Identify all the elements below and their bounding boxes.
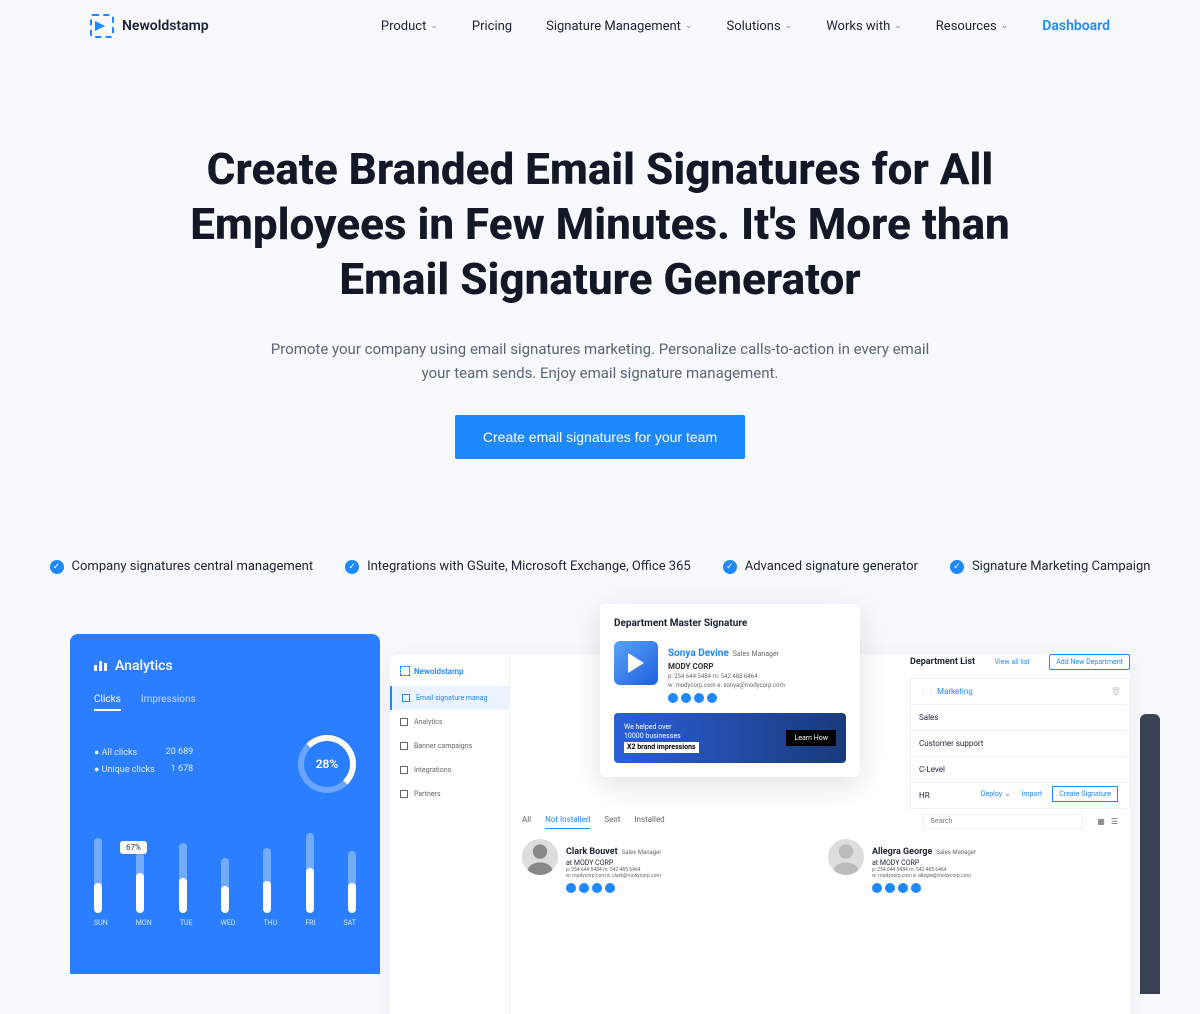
feature-item: ✓Company signatures central management [50, 559, 314, 574]
facebook-icon [872, 883, 882, 893]
dept-item-hr[interactable]: HR [910, 782, 1130, 809]
instagram-icon [605, 883, 615, 893]
mockup-area: Analytics Clicks Impressions ● All click… [70, 634, 1130, 1014]
employee-card[interactable]: Clark Bouvet Sales Manager at MODY CORP … [522, 839, 812, 893]
employee-card[interactable]: Allegra George Sales Manager at MODY COR… [828, 839, 1118, 893]
feature-list: ✓Company signatures central management ✓… [0, 499, 1200, 604]
nav-resources[interactable]: Resources⌄ [936, 19, 1008, 34]
sig-person-name: Sonya Devine [668, 648, 729, 659]
analytics-tabs: Clicks Impressions [94, 694, 356, 711]
feature-item: ✓Signature Marketing Campaign [950, 559, 1151, 574]
nav-pricing[interactable]: Pricing [472, 19, 512, 34]
nav-links: Product⌄ Pricing Signature Management⌄ S… [381, 18, 1110, 34]
hero-title: Create Branded Email Signatures for All … [170, 142, 1030, 307]
search-input[interactable] [923, 814, 1083, 829]
app-panel: Newoldstamp Email signature manag Analyt… [390, 654, 1130, 1014]
nav-product[interactable]: Product⌄ [381, 19, 438, 34]
bar-chart [94, 813, 356, 913]
employee-list: Clark Bouvet Sales Manager at MODY CORP … [522, 839, 1118, 893]
list-view-icon[interactable]: ☰ [1111, 817, 1118, 826]
dept-item-marketing[interactable]: ⋮⋮ Marketing🗑 [910, 678, 1130, 705]
users-icon [400, 790, 408, 798]
sidebar-item-signatures[interactable]: Email signature manag [390, 686, 509, 710]
chevron-down-icon: ⌄ [894, 21, 902, 31]
linkedin-icon[interactable] [694, 693, 704, 703]
chart-icon [400, 718, 408, 726]
nav-solutions[interactable]: Solutions⌄ [726, 19, 792, 34]
app-sidebar: Newoldstamp Email signature manag Analyt… [390, 654, 510, 1014]
add-department-button[interactable]: Add New Department [1049, 654, 1130, 670]
check-icon: ✓ [723, 560, 737, 574]
sidebar-item-banners[interactable]: Banner campaigns [390, 734, 509, 758]
linkedin-icon [592, 883, 602, 893]
department-list: Department List View all list Add New De… [910, 654, 1130, 808]
avatar [828, 839, 864, 875]
hero-subtitle: Promote your company using email signatu… [260, 337, 940, 385]
twitter-icon [579, 883, 589, 893]
dept-item-clevel[interactable]: C-Level [910, 756, 1130, 783]
dept-master-card: Department Master Signature Sonya Devine… [600, 604, 860, 777]
chevron-down-icon: ⌄ [785, 21, 793, 31]
logo-icon [90, 14, 114, 38]
mail-icon [402, 694, 410, 702]
top-nav: Newoldstamp Product⌄ Pricing Signature M… [0, 0, 1200, 52]
tab-clicks[interactable]: Clicks [94, 694, 121, 711]
twitter-icon[interactable] [681, 693, 691, 703]
feature-item: ✓Integrations with GSuite, Microsoft Exc… [345, 559, 691, 574]
cta-button[interactable]: Create email signatures for your team [455, 415, 745, 459]
decorative-panel [1140, 714, 1160, 994]
analytics-panel: Analytics Clicks Impressions ● All click… [70, 634, 380, 974]
sidebar-item-integrations[interactable]: Integrations [390, 758, 509, 782]
linkedin-icon [898, 883, 908, 893]
drag-icon: ⋮⋮ [919, 687, 935, 696]
mini-logo[interactable]: Newoldstamp [390, 666, 509, 686]
check-icon: ✓ [50, 560, 64, 574]
dept-item-support[interactable]: Customer support [910, 730, 1130, 757]
chevron-down-icon: ⌄ [430, 21, 438, 31]
dashboard-link[interactable]: Dashboard [1042, 18, 1110, 34]
filter-row: All Not Installed Sent Installed ▦ ☰ [522, 810, 1118, 829]
brand-name: Newoldstamp [122, 18, 209, 34]
feature-item: ✓Advanced signature generator [723, 559, 918, 574]
hero: Create Branded Email Signatures for All … [150, 52, 1050, 499]
donut-chart: 28% [298, 735, 356, 793]
filter-sent[interactable]: Sent [604, 815, 620, 828]
sidebar-item-analytics[interactable]: Analytics [390, 710, 509, 734]
view-all-link[interactable]: View all list [995, 658, 1030, 666]
flag-icon [400, 742, 408, 750]
analytics-header: Analytics [94, 658, 356, 674]
instagram-icon [911, 883, 921, 893]
trash-icon[interactable]: 🗑 [1111, 687, 1121, 696]
signature-logo-icon [614, 641, 658, 685]
check-icon: ✓ [345, 560, 359, 574]
check-icon: ✓ [950, 560, 964, 574]
chevron-down-icon: ⌄ [1001, 21, 1009, 31]
facebook-icon [566, 883, 576, 893]
dept-card-title: Department Master Signature [614, 618, 846, 629]
nav-works-with[interactable]: Works with⌄ [826, 19, 902, 34]
sidebar-item-partners[interactable]: Partners [390, 782, 509, 806]
grid-view-icon[interactable]: ▦ [1097, 817, 1105, 826]
chevron-down-icon: ⌄ [685, 21, 693, 31]
avatar [522, 839, 558, 875]
dept-item-sales[interactable]: Sales [910, 704, 1130, 731]
nav-signature-management[interactable]: Signature Management⌄ [546, 19, 692, 34]
chart-icon [94, 661, 107, 671]
promo-banner: We helped over 10000 businesses X2 brand… [614, 713, 846, 763]
facebook-icon[interactable] [668, 693, 678, 703]
logo[interactable]: Newoldstamp [90, 14, 209, 38]
filter-installed[interactable]: Installed [634, 815, 664, 828]
learn-how-button[interactable]: Learn How [786, 730, 836, 746]
filter-all[interactable]: All [522, 815, 531, 828]
filter-not-installed[interactable]: Not Installed [545, 815, 590, 829]
plug-icon [400, 766, 408, 774]
instagram-icon[interactable] [707, 693, 717, 703]
tab-impressions[interactable]: Impressions [141, 694, 196, 711]
twitter-icon [885, 883, 895, 893]
